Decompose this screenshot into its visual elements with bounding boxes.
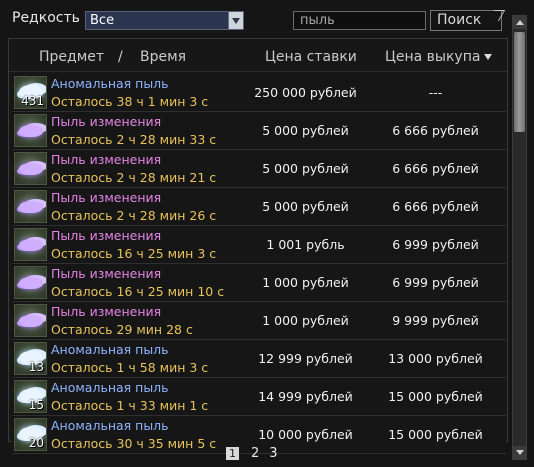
buyout-price: 6 666 рублей — [392, 161, 479, 176]
table-row[interactable]: 15 Аномальная пыль Осталось 1 ч 33 мин 1 с… — [12, 378, 506, 416]
time-left: Осталось 29 мин 28 с — [51, 322, 193, 337]
bid-price: 5 000 рублей — [262, 161, 349, 176]
bid-price: 5 000 рублей — [262, 123, 349, 138]
time-left: Осталось 16 ч 25 мин 10 с — [51, 284, 225, 299]
item-name: Аномальная пыль — [51, 342, 169, 357]
item-icon — [14, 228, 47, 261]
buyout-price: 6 666 рублей — [392, 199, 479, 214]
purple-dust-cloud-icon — [19, 163, 43, 175]
time-left: Осталось 1 ч 58 мин 3 с — [51, 360, 209, 375]
item-icon — [14, 152, 47, 185]
item-name: Пыль изменения — [51, 152, 162, 167]
item-quantity: 20 — [28, 436, 44, 450]
page-1[interactable]: 1 — [226, 447, 239, 460]
item-icon — [14, 114, 47, 147]
table-row[interactable]: Пыль изменения Осталось 29 мин 28 с 1 000 … — [12, 302, 506, 340]
item-name: Аномальная пыль — [51, 380, 169, 395]
buyout-price: 6 999 рублей — [392, 237, 479, 252]
item-icon — [14, 266, 47, 299]
bid-price: 14 999 рублей — [258, 389, 353, 404]
table-header: Предмет / Время Цена ставки Цена выкупа — [9, 39, 507, 72]
rarity-select[interactable]: Все — [85, 11, 244, 30]
item-icon: 15 — [14, 380, 47, 413]
sort-descending-icon — [484, 54, 493, 60]
item-icon — [14, 304, 47, 337]
item-name: Аномальная пыль — [51, 418, 169, 433]
buyout-price: 15 000 рублей — [388, 389, 483, 404]
time-left: Осталось 2 ч 28 мин 26 с — [51, 208, 217, 223]
purple-dust-cloud-icon — [19, 239, 43, 251]
bid-price: 250 000 рублей — [254, 85, 357, 100]
lots-table: Предмет / Время Цена ставки Цена выкупа … — [8, 38, 508, 454]
item-name: Аномальная пыль — [51, 76, 169, 91]
header-time[interactable]: Время — [140, 49, 186, 65]
pagination: 123 — [226, 446, 288, 462]
item-quantity: 431 — [21, 94, 44, 108]
bid-price: 1 000 рублей — [262, 313, 349, 328]
table-row[interactable]: Пыль изменения Осталось 16 ч 25 мин 3 с 1 … — [12, 226, 506, 264]
search-button[interactable]: Поиск — [430, 10, 502, 31]
table-row[interactable]: Пыль изменения Осталось 2 ч 28 мин 26 с 5 … — [12, 188, 506, 226]
buyout-price: 15 000 рублей — [388, 427, 483, 442]
item-name: Пыль изменения — [51, 304, 162, 319]
buyout-price: --- — [428, 85, 443, 100]
scroll-thumb[interactable] — [514, 32, 525, 132]
page-3[interactable]: 3 — [269, 446, 277, 461]
time-left: Осталось 16 ч 25 мин 3 с — [51, 246, 217, 261]
buyout-price: 13 000 рублей — [388, 351, 483, 366]
time-left: Осталось 1 ч 33 мин 1 с — [51, 398, 209, 413]
page-2[interactable]: 2 — [251, 446, 259, 461]
time-left: Осталось 38 ч 1 мин 3 с — [51, 94, 209, 109]
item-quantity: 15 — [28, 398, 44, 412]
bid-price: 1 000 рублей — [262, 275, 349, 290]
table-row[interactable]: 431 Аномальная пыль Осталось 38 ч 1 мин 3 … — [12, 74, 506, 112]
rarity-value: Все — [90, 13, 115, 28]
header-buyout-price[interactable]: Цена выкупа — [385, 49, 493, 65]
bid-price: 5 000 рублей — [262, 199, 349, 214]
item-icon: 13 — [14, 342, 47, 375]
auction-window: Редкость Все Поиск Предмет / Время Цена … — [0, 0, 534, 467]
item-name: Пыль изменения — [51, 266, 162, 281]
item-icon — [14, 190, 47, 223]
vertical-scrollbar[interactable] — [512, 15, 527, 460]
dropdown-arrow-icon[interactable] — [228, 12, 243, 29]
table-row[interactable]: Пыль изменения Осталось 2 ч 28 мин 33 с 5 … — [12, 112, 506, 150]
purple-dust-cloud-icon — [19, 277, 43, 289]
buyout-price: 9 999 рублей — [392, 313, 479, 328]
scroll-up-icon[interactable] — [513, 16, 526, 29]
table-body: 431 Аномальная пыль Осталось 38 ч 1 мин 3 … — [12, 74, 506, 454]
scroll-down-icon[interactable] — [513, 446, 526, 459]
rarity-label: Редкость — [12, 10, 80, 26]
buyout-price: 6 666 рублей — [392, 123, 479, 138]
item-icon: 20 — [14, 418, 47, 451]
item-quantity: 13 — [28, 360, 44, 374]
item-icon: 431 — [14, 76, 47, 109]
item-name: Пыль изменения — [51, 114, 162, 129]
header-separator: / — [118, 49, 123, 65]
table-row[interactable]: Пыль изменения Осталось 16 ч 25 мин 10 с 1… — [12, 264, 506, 302]
header-buyout-label: Цена выкупа — [385, 49, 481, 65]
item-name: Пыль изменения — [51, 228, 162, 243]
time-left: Осталось 2 ч 28 мин 21 с — [51, 170, 217, 185]
purple-dust-cloud-icon — [19, 201, 43, 213]
buyout-price: 6 999 рублей — [392, 275, 479, 290]
item-name: Пыль изменения — [51, 190, 162, 205]
search-input[interactable] — [293, 11, 426, 30]
purple-dust-cloud-icon — [19, 125, 43, 137]
time-left: Осталось 2 ч 28 мин 33 с — [51, 132, 217, 147]
header-bid-price[interactable]: Цена ставки — [265, 49, 357, 65]
header-item[interactable]: Предмет — [39, 49, 104, 65]
bid-price: 10 000 рублей — [258, 427, 353, 442]
purple-dust-cloud-icon — [19, 315, 43, 327]
bid-price: 1 001 рубль — [266, 237, 345, 252]
table-row[interactable]: 13 Аномальная пыль Осталось 1 ч 58 мин 3 с… — [12, 340, 506, 378]
time-left: Осталось 30 ч 35 мин 5 с — [51, 436, 217, 451]
table-row[interactable]: Пыль изменения Осталось 2 ч 28 мин 21 с 5 … — [12, 150, 506, 188]
bid-price: 12 999 рублей — [258, 351, 353, 366]
